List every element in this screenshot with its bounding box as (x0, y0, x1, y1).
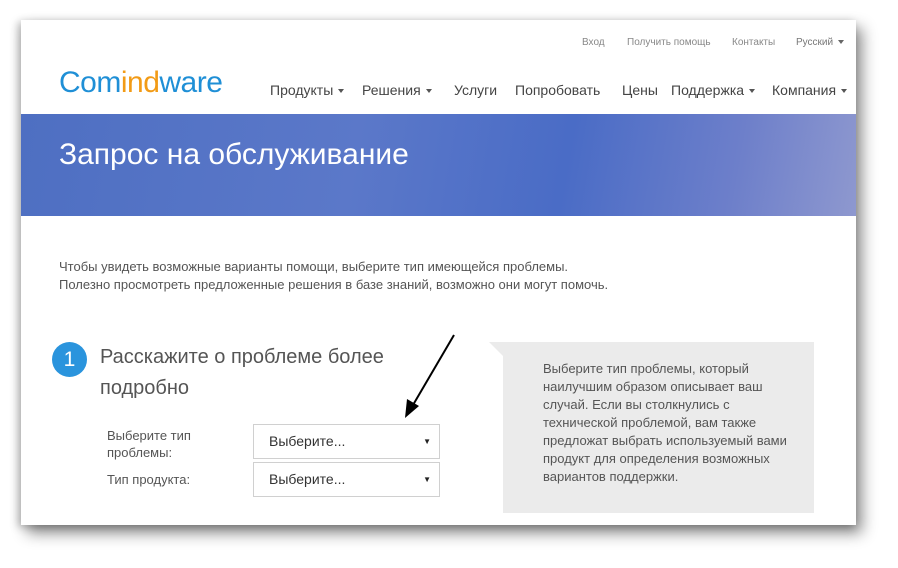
nav-try[interactable]: Попробовать (515, 82, 600, 98)
help-info-text: Выберите тип проблемы, который наилучшим… (543, 361, 787, 484)
step-number-badge: 1 (52, 342, 87, 377)
nav-prices[interactable]: Цены (622, 82, 658, 98)
language-selector[interactable]: Русский (796, 37, 845, 48)
screenshot-frame: Вход Получить помощь Контакты Русский Co… (21, 20, 856, 525)
nav-solutions[interactable]: Решения (362, 82, 432, 98)
language-label: Русский (796, 37, 834, 48)
problem-type-value: Выберите... (269, 433, 346, 449)
intro-line-1: Чтобы увидеть возможные варианты помощи,… (59, 259, 569, 274)
dropdown-arrow-icon: ▼ (423, 437, 431, 446)
comindware-logo[interactable]: Comindware (59, 66, 223, 100)
hero-banner: Запрос на обслуживание (21, 114, 856, 216)
nav-services[interactable]: Услуги (454, 82, 497, 98)
step-title: Расскажите о проблеме более подробно (100, 346, 384, 399)
product-type-label: Тип продукта: (107, 472, 191, 487)
problem-type-label: Выберите тип проблемы: (107, 428, 191, 460)
intro-line-2: Полезно просмотреть предложенные решения… (59, 277, 609, 292)
intro-text: Чтобы увидеть возможные варианты помощи,… (59, 258, 608, 294)
problem-type-select[interactable]: Выберите... ▼ (253, 424, 440, 459)
chevron-down-icon (338, 89, 345, 94)
get-help-link[interactable]: Получить помощь (627, 37, 711, 48)
help-info-box: Выберите тип проблемы, который наилучшим… (489, 342, 814, 513)
nav-company[interactable]: Компания (772, 82, 848, 98)
nav-products[interactable]: Продукты (270, 82, 345, 98)
dropdown-arrow-icon: ▼ (423, 475, 431, 484)
contacts-link[interactable]: Контакты (732, 37, 775, 48)
chevron-down-icon (425, 89, 432, 94)
product-type-select[interactable]: Выберите... ▼ (253, 462, 440, 497)
chevron-down-icon (749, 89, 756, 94)
chevron-down-icon (841, 89, 848, 94)
login-link[interactable]: Вход (582, 37, 605, 48)
page-title: Запрос на обслуживание (59, 138, 409, 171)
product-type-value: Выберите... (269, 471, 346, 487)
nav-support[interactable]: Поддержка (671, 82, 756, 98)
chevron-down-icon (838, 40, 845, 45)
